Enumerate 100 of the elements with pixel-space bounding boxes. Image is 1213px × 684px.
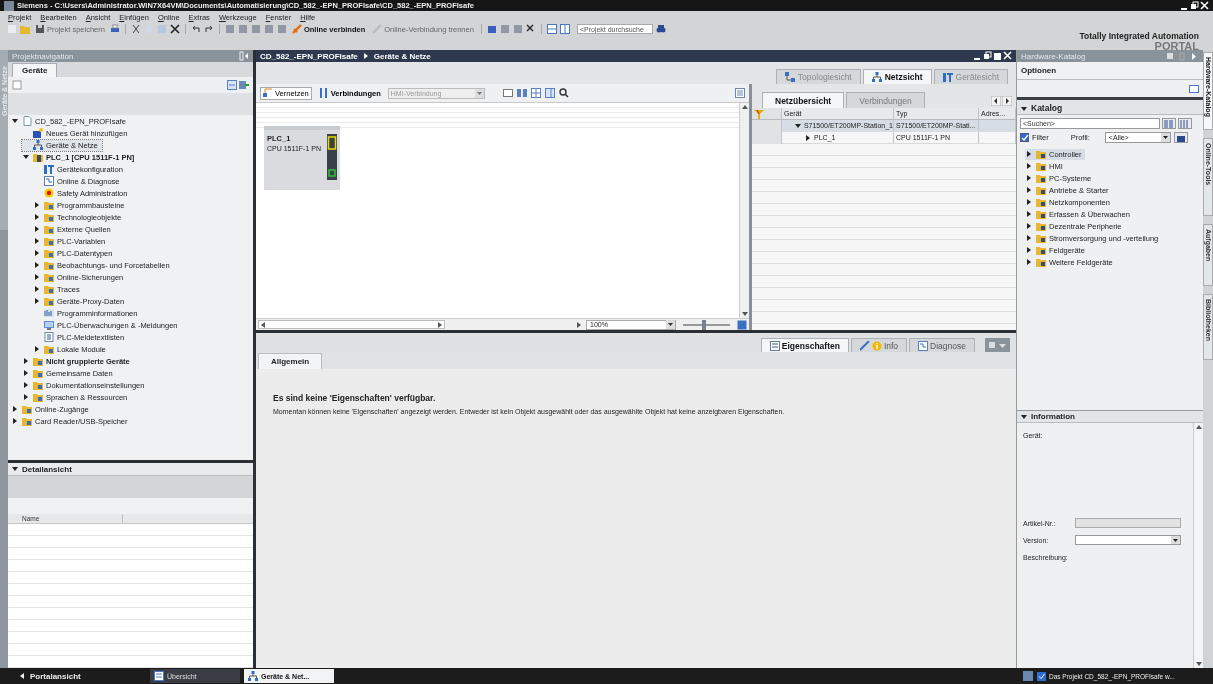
close-editor-icon[interactable] <box>525 24 536 34</box>
tab[interactable]: Netzübersicht <box>762 92 845 108</box>
caret-right-icon[interactable] <box>22 381 30 389</box>
delete-icon[interactable] <box>169 24 180 34</box>
inspector-tab[interactable]: Diagnose <box>909 338 975 352</box>
caret-right-icon[interactable] <box>1025 222 1033 230</box>
diagnose-icon <box>44 176 54 186</box>
caret-right-icon[interactable] <box>33 249 41 257</box>
print-icon[interactable] <box>109 24 120 34</box>
panel-title: Katalog <box>1031 103 1063 113</box>
breadcrumb-item[interactable]: Geräte & Netze <box>373 51 431 61</box>
network-icon <box>263 88 273 98</box>
cut-icon[interactable] <box>130 24 141 34</box>
caret-right-icon[interactable] <box>1025 198 1033 206</box>
split-vertical-icon[interactable] <box>559 24 570 34</box>
portal-view-button[interactable]: Portalansicht <box>12 670 150 682</box>
overview-icon[interactable] <box>735 88 745 98</box>
caret-right-icon[interactable] <box>11 417 19 425</box>
version-dropdown[interactable] <box>1075 535 1181 545</box>
caret-right-icon[interactable] <box>1025 258 1033 266</box>
new-device-icon <box>33 128 43 138</box>
section-tab[interactable]: Allgemein <box>258 353 323 369</box>
collapse-panel-icon[interactable] <box>239 51 249 61</box>
search-icon[interactable] <box>655 24 666 34</box>
row-header-cell[interactable] <box>752 120 782 132</box>
caret-right-icon[interactable] <box>33 213 41 221</box>
caret-right-icon[interactable] <box>1025 174 1033 182</box>
check-icon <box>1037 671 1046 681</box>
row-header-cell[interactable] <box>752 132 782 144</box>
save-icon <box>35 24 45 34</box>
scroll-right-icon[interactable] <box>435 320 444 329</box>
zoom-icon[interactable] <box>558 88 569 98</box>
network-icon <box>871 72 882 82</box>
filter-icon[interactable] <box>754 108 764 119</box>
caret-right-icon[interactable] <box>1025 210 1033 218</box>
program-info-icon <box>44 308 54 318</box>
caret-right-icon[interactable] <box>1025 150 1033 158</box>
list-view-icon[interactable] <box>227 80 237 90</box>
caret-down-icon[interactable] <box>1020 105 1028 113</box>
caret-right-icon[interactable] <box>33 297 41 305</box>
tab-right-icon[interactable] <box>1002 96 1012 106</box>
module-folder-icon <box>33 152 43 162</box>
folder-icon <box>1036 149 1046 159</box>
inspector-tab[interactable]: Info <box>850 338 908 352</box>
panel-title: Projektnavigation <box>12 51 74 61</box>
caret-right-icon[interactable] <box>33 285 41 293</box>
caret-right-icon[interactable] <box>804 133 812 142</box>
overview-icon <box>154 671 164 681</box>
tab[interactable]: Geräte <box>12 63 58 77</box>
caret-right-icon[interactable] <box>33 237 41 245</box>
caret-down-icon[interactable] <box>1020 412 1028 421</box>
filter-checkbox[interactable] <box>1020 133 1029 142</box>
undo-icon[interactable] <box>190 24 201 34</box>
device-config-icon <box>44 164 54 174</box>
caret-right-icon[interactable] <box>33 345 41 353</box>
caret-right-icon[interactable] <box>1025 234 1033 242</box>
caret-right-icon[interactable] <box>33 225 41 233</box>
breadcrumb-item[interactable]: CD_582_-EPN_PROFIsafe <box>260 51 358 61</box>
caret-down-icon[interactable] <box>11 117 19 125</box>
caret-right-icon[interactable] <box>33 201 41 209</box>
inspector-tab[interactable]: Eigenschaften <box>760 338 849 352</box>
caret-down-icon[interactable] <box>11 465 19 473</box>
caret-right-icon[interactable] <box>1025 246 1033 254</box>
folder-icon <box>1036 257 1046 267</box>
scroll-left-icon[interactable] <box>259 320 267 329</box>
folder-icon <box>1036 173 1046 183</box>
panel-header[interactable]: Detailansicht <box>8 463 253 476</box>
scroll-right-icon[interactable] <box>575 320 583 329</box>
close-icon[interactable] <box>1003 51 1012 61</box>
folder-icon <box>44 260 54 270</box>
folder-icon <box>44 224 54 234</box>
panel-header[interactable]: Information <box>1017 411 1203 423</box>
caret-right-icon[interactable] <box>1025 186 1033 194</box>
close-icon[interactable] <box>1200 0 1209 11</box>
panel-header[interactable]: Katalog <box>1017 100 1203 115</box>
view-tab[interactable]: Netzsicht <box>862 69 932 84</box>
restore-icon[interactable] <box>983 51 992 61</box>
caret-right-icon[interactable] <box>33 261 41 269</box>
caret-right-icon[interactable] <box>22 393 30 401</box>
navigator-icon[interactable] <box>737 319 747 330</box>
maximize-icon[interactable] <box>993 51 1002 61</box>
caret-right-icon[interactable] <box>22 369 30 377</box>
caret-right-icon[interactable] <box>33 273 41 281</box>
slider-thumb[interactable] <box>702 319 707 330</box>
caret-right-icon[interactable] <box>1025 162 1033 170</box>
folder-icon <box>1036 161 1046 171</box>
options-icon[interactable] <box>1189 83 1199 94</box>
horizontal-scrollbar[interactable] <box>258 320 445 329</box>
redo-icon[interactable] <box>203 24 214 34</box>
restore-icon[interactable] <box>1190 0 1199 11</box>
layout-icon[interactable] <box>516 88 527 98</box>
folder-icon <box>44 248 54 258</box>
grid-icon[interactable] <box>530 88 541 98</box>
expand-panel-icon[interactable] <box>1190 51 1199 61</box>
split-horizontal-icon[interactable] <box>546 24 557 34</box>
caret-right-icon[interactable] <box>22 357 30 365</box>
caret-right-icon[interactable] <box>11 405 19 413</box>
caret-down-icon[interactable] <box>22 153 30 161</box>
folder-icon <box>22 416 32 426</box>
tab-left-icon[interactable] <box>991 96 1001 106</box>
